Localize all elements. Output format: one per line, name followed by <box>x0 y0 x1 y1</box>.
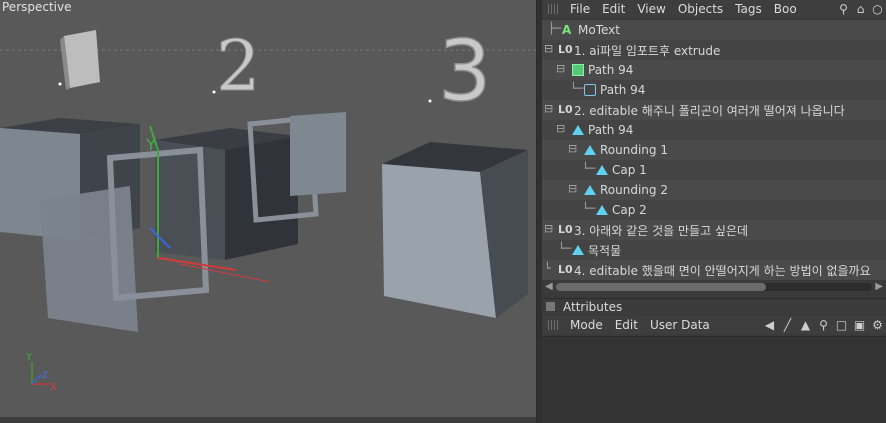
home-icon[interactable]: ⌂ <box>854 2 867 16</box>
number-3-object[interactable]: 3 <box>437 21 492 121</box>
scroll-right-icon[interactable]: ▶ <box>875 281 883 292</box>
tree-row-label: MoText <box>578 23 620 37</box>
spline-icon <box>584 84 596 96</box>
grip-icon[interactable] <box>548 320 560 330</box>
tree-row-cap-2[interactable]: └─ Cap 2 <box>542 200 886 220</box>
object-tree[interactable]: ├─ A MoText ⊟ L0 1. ai파일 임포트후 extrude ⊟ … <box>542 20 886 280</box>
world-axis-icon: Y Z X <box>25 352 57 393</box>
forward-arrow-icon[interactable]: ╱ <box>781 318 794 332</box>
back-arrow-icon[interactable]: ◀ <box>763 318 776 332</box>
polygon-icon <box>596 165 608 175</box>
polygon-icon <box>584 185 596 195</box>
menu-objects[interactable]: Objects <box>672 2 729 16</box>
scroll-track[interactable] <box>556 283 872 291</box>
right-panel: File Edit View Objects Tags Boo ⚲ ⌂ ○ ├─… <box>542 0 886 423</box>
polygon-icon <box>572 125 584 135</box>
viewport-scene[interactable]: 2 3 Y Y Z X <box>0 0 537 423</box>
viewport-title: Perspective <box>2 0 72 14</box>
polygon-icon <box>596 205 608 215</box>
menu-edit[interactable]: Edit <box>596 2 631 16</box>
null-icon: L0 <box>558 103 573 116</box>
svg-text:Y: Y <box>25 352 33 363</box>
search-icon[interactable]: ⚲ <box>817 318 830 332</box>
attributes-menubar: Mode Edit User Data ◀ ╱ ▲ ⚲ □ ▣ ⚙ <box>542 316 886 334</box>
tree-row-group-2[interactable]: ⊟ L0 2. editable 해주니 폴리곤이 여러개 떨어져 나옵니다 <box>542 100 886 120</box>
polygon-icon <box>584 145 596 155</box>
number-1-object[interactable] <box>60 30 100 90</box>
tree-row-label: 3. 아래와 같은 것을 만들고 싶은데 <box>574 223 749 238</box>
eye-icon[interactable]: ○ <box>871 2 884 16</box>
menu-file[interactable]: File <box>564 2 596 16</box>
box-right[interactable] <box>382 142 528 318</box>
tree-row-group-3[interactable]: ⊟ L0 3. 아래와 같은 것을 만들고 싶은데 <box>542 220 886 240</box>
svg-text:Z: Z <box>42 371 48 381</box>
tree-row-group-4[interactable]: └ L0 4. editable 했을때 면이 안떨어지게 하는 방법이 없을까… <box>542 260 886 280</box>
viewport-bottom-bar <box>0 417 536 423</box>
up-arrow-icon[interactable]: ▲ <box>799 318 812 332</box>
tree-row-label: Path 94 <box>588 63 634 77</box>
null-icon: L0 <box>558 43 573 56</box>
motext-icon: A <box>562 23 572 37</box>
tree-row-label: 2. editable 해주니 폴리곤이 여러개 떨어져 나옵니다 <box>574 103 845 118</box>
tree-row-label: 4. editable 했을때 면이 안떨어지게 하는 방법이 없을까요 <box>574 263 871 278</box>
tree-row-label: Rounding 2 <box>600 183 668 197</box>
attributes-body <box>542 336 886 423</box>
null-icon: L0 <box>558 263 573 276</box>
tree-row-target-object[interactable]: └─ 목적물 <box>542 240 886 260</box>
extrude-icon <box>572 64 584 76</box>
object-manager-menubar: File Edit View Objects Tags Boo ⚲ ⌂ ○ <box>542 0 886 18</box>
tree-row-cap-1[interactable]: └─ Cap 1 <box>542 160 886 180</box>
tree-row-label: Rounding 1 <box>600 143 668 157</box>
tree-row-label: Path 94 <box>588 123 634 137</box>
menu-attr-edit[interactable]: Edit <box>609 318 644 332</box>
tree-row-rounding-2[interactable]: ⊟ Rounding 2 <box>542 180 886 200</box>
tree-row-label: 목적물 <box>588 243 622 258</box>
lock-icon[interactable]: □ <box>835 318 848 332</box>
tree-row-motext[interactable]: ├─ A MoText <box>542 20 886 40</box>
tree-row-label: Path 94 <box>600 83 646 97</box>
tree-row-group-1[interactable]: ⊟ L0 1. ai파일 임포트후 extrude <box>542 40 886 60</box>
tree-row-path94-extrude[interactable]: ⊟ Path 94 <box>542 60 886 80</box>
tree-row-label: Cap 1 <box>612 163 647 177</box>
tree-row-rounding-1[interactable]: ⊟ Rounding 1 <box>542 140 886 160</box>
tree-row-label: Cap 2 <box>612 203 647 217</box>
attributes-title: Attributes <box>563 299 623 314</box>
tree-row-path94-spline[interactable]: └─ Path 94 <box>542 80 886 100</box>
menu-view[interactable]: View <box>631 2 671 16</box>
svg-text:Y: Y <box>145 135 156 154</box>
scroll-left-icon[interactable]: ◀ <box>545 281 553 292</box>
perspective-viewport[interactable]: 2 3 Y Y Z X Perspective <box>0 0 537 423</box>
attributes-header: Attributes <box>542 298 886 314</box>
settings-icon[interactable]: ⚙ <box>871 318 884 332</box>
menu-user-data[interactable]: User Data <box>644 318 716 332</box>
scroll-thumb[interactable] <box>556 283 766 291</box>
menu-mode[interactable]: Mode <box>564 318 609 332</box>
tree-row-path94-poly[interactable]: ⊟ Path 94 <box>542 120 886 140</box>
number-2-object[interactable]: 2 <box>216 25 262 108</box>
polygon-icon <box>572 245 584 255</box>
null-icon: L0 <box>558 223 573 236</box>
new-panel-icon[interactable]: ▣ <box>853 318 866 332</box>
horizontal-scrollbar[interactable]: ◀ ▶ <box>542 280 886 294</box>
menu-tags[interactable]: Tags <box>729 2 768 16</box>
grip-icon[interactable] <box>548 4 560 14</box>
tree-row-label: 1. ai파일 임포트후 extrude <box>574 43 721 58</box>
search-icon[interactable]: ⚲ <box>837 2 850 16</box>
svg-text:X: X <box>50 382 57 393</box>
panel-grip-icon[interactable] <box>546 302 555 311</box>
menu-bookmarks[interactable]: Boo <box>768 2 803 16</box>
